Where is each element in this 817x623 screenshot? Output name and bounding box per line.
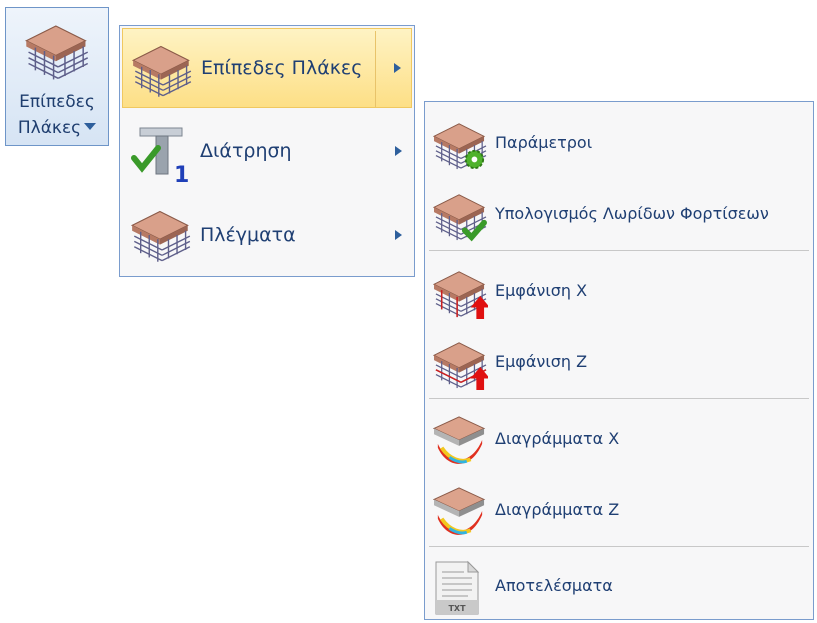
submenu-item-label: Εμφάνιση X (495, 281, 588, 300)
slab-arrow-x-icon (432, 267, 490, 323)
submenu-item-results[interactable]: TXT Αποτελέσματα (425, 554, 813, 618)
submenu-item-load-strips[interactable]: Υπολογισμός Λωρίδων Φορτίσεων (425, 182, 813, 246)
submenu-item-label: Εμφάνιση Z (495, 352, 588, 371)
menu-item-label: Επίπεδες Πλάκες (201, 57, 363, 79)
ribbon-button-label-line1: Επίπεδες (19, 92, 95, 112)
submenu-arrow-icon (394, 63, 401, 73)
flat-slabs-submenu: Παράμετροι Υπολογισμός Λωρίδων Φορτίσεων… (424, 101, 814, 620)
submenu-item-show-x[interactable]: Εμφάνιση X (425, 259, 813, 323)
menu-separator (429, 250, 809, 251)
menu-separator (429, 398, 809, 399)
slab-settings-icon (432, 119, 488, 175)
dropdown-arrow-icon (84, 123, 97, 130)
mesh-grid-icon (130, 206, 192, 268)
submenu-item-diagrams-x[interactable]: Διαγράμματα X (425, 407, 813, 471)
slab-check-icon (432, 190, 488, 246)
svg-text:1: 1 (174, 163, 189, 184)
menu-item-label: Διάτρηση (200, 140, 292, 162)
menu-item-flat-slabs[interactable]: Επίπεδες Πλάκες (122, 28, 412, 108)
svg-text:TXT: TXT (448, 604, 466, 613)
punching-column-icon: 1 (130, 124, 192, 188)
txt-document-icon: TXT (434, 560, 480, 620)
slab-grid-icon (24, 20, 90, 86)
diagram-x-icon (432, 415, 488, 471)
diagram-z-icon (432, 486, 488, 542)
submenu-item-parameters[interactable]: Παράμετροι (425, 111, 813, 175)
submenu-item-diagrams-z[interactable]: Διαγράμματα Z (425, 478, 813, 542)
slab-grid-icon (131, 41, 193, 103)
submenu-arrow-icon (395, 230, 402, 240)
submenu-arrow-icon (395, 146, 402, 156)
submenu-item-label: Υπολογισμός Λωρίδων Φορτίσεων (495, 204, 769, 223)
menu-item-meshes[interactable]: Πλέγματα (120, 194, 414, 278)
submenu-item-label: Παράμετροι (495, 133, 593, 152)
submenu-item-label: Αποτελέσματα (495, 576, 613, 595)
ribbon-button-label-line2: Πλάκες (6, 118, 108, 138)
slab-arrow-z-icon (432, 338, 490, 394)
submenu-item-label: Διαγράμματα Z (495, 500, 620, 519)
slabs-menu: Επίπεδες Πλάκες 1 Διάτρηση Πλέγματα (119, 25, 415, 277)
split-divider (375, 31, 376, 107)
submenu-item-show-z[interactable]: Εμφάνιση Z (425, 330, 813, 394)
menu-item-label: Πλέγματα (200, 224, 296, 246)
submenu-item-label: Διαγράμματα X (495, 429, 620, 448)
menu-separator (429, 546, 809, 547)
menu-item-punching[interactable]: 1 Διάτρηση (120, 110, 414, 194)
slabs-ribbon-button[interactable]: Επίπεδες Πλάκες (5, 7, 109, 146)
